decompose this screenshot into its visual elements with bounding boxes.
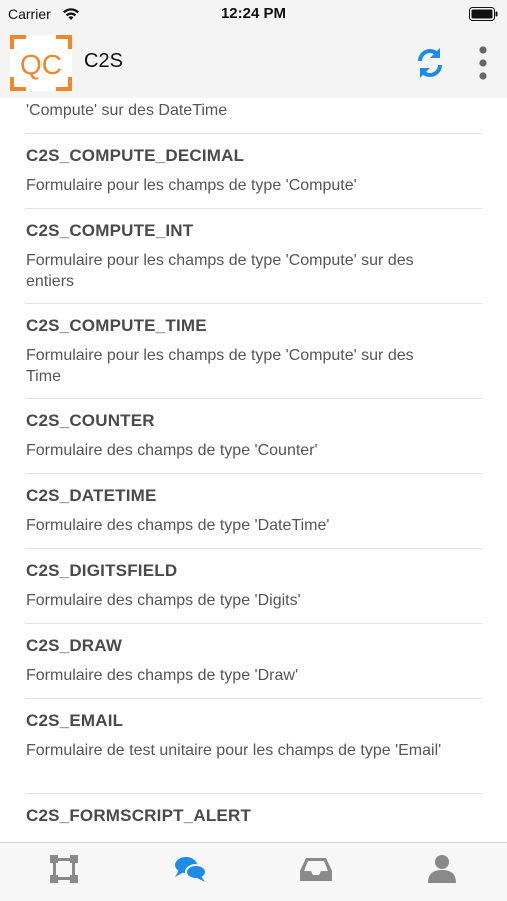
clock-label: 12:24 PM: [220, 5, 287, 22]
frame-icon[interactable]: [44, 849, 84, 889]
list-item[interactable]: C2S_COUNTER Formulaire des champs de typ…: [25, 399, 482, 474]
list-item-description: Formulaire pour les champs de type 'Comp…: [26, 252, 414, 290]
list-item-description: Formulaire des champs de type 'DateTime': [26, 517, 330, 534]
list-item[interactable]: C2S_EMAIL Formulaire de test unitaire po…: [25, 699, 482, 794]
list-item-title: C2S_COMPUTE_DECIMAL: [26, 146, 245, 165]
list-item[interactable]: C2S_COMPUTE_DECIMAL Formulaire pour les …: [25, 134, 482, 209]
battery-icon: [469, 7, 498, 21]
list-item-title: C2S_COUNTER: [26, 411, 155, 430]
list-item-description: 'Compute' sur des DateTime: [26, 102, 228, 119]
tab-bar: [0, 842, 507, 901]
list-item[interactable]: C2S_COMPUTE_INT Formulaire pour les cham…: [25, 209, 482, 304]
list-item-title: C2S_COMPUTE_INT: [26, 221, 194, 240]
list-item[interactable]: C2S_DATETIME Formulaire des champs de ty…: [25, 474, 482, 549]
more-options-icon[interactable]: [472, 44, 494, 82]
list-item[interactable]: C2S_COMPUTE_TIME Formulaire pour les cha…: [25, 304, 482, 399]
list-item-description: Formulaire des champs de type 'Draw': [26, 667, 298, 684]
svg-text:QC: QC: [20, 49, 62, 80]
inbox-icon[interactable]: [296, 849, 336, 889]
list-item-title: C2S_EMAIL: [26, 711, 124, 730]
list-item-description: Formulaire de test unitaire pour les cha…: [26, 742, 442, 759]
list-item-description: Formulaire pour les champs de type 'Comp…: [26, 177, 357, 194]
app-header: QC C2S: [0, 28, 507, 98]
list-item[interactable]: C2S_DIGITSFIELD Formulaire des champs de…: [25, 549, 482, 624]
list-item-title: C2S_COMPUTE_TIME: [26, 316, 207, 335]
list-item[interactable]: C2S_DRAW Formulaire des champs de type '…: [25, 624, 482, 699]
app-title: C2S: [84, 50, 123, 72]
list-item-title: C2S_DRAW: [26, 636, 123, 655]
list-item-description: Formulaire des champs de type 'Counter': [26, 442, 318, 459]
user-icon[interactable]: [422, 849, 462, 889]
list-item-description: Formulaire pour les champs de type 'Comp…: [26, 347, 414, 385]
list-item[interactable]: 'Compute' sur des DateTime: [25, 98, 482, 134]
list-item[interactable]: C2S_FORMSCRIPT_ALERT: [25, 794, 482, 842]
list-item-title: C2S_DIGITSFIELD: [26, 561, 178, 580]
qc-logo: QC: [10, 35, 72, 91]
form-list: 'Compute' sur des DateTime C2S_COMPUTE_D…: [0, 98, 507, 842]
chat-bubbles-icon[interactable]: [170, 849, 210, 889]
sync-icon[interactable]: [412, 45, 448, 81]
list-item-title: C2S_FORMSCRIPT_ALERT: [26, 806, 252, 825]
list-item-title: C2S_DATETIME: [26, 486, 157, 505]
status-bar: Carrier 12:24 PM: [0, 0, 507, 28]
list-item-description: Formulaire des champs de type 'Digits': [26, 592, 301, 609]
